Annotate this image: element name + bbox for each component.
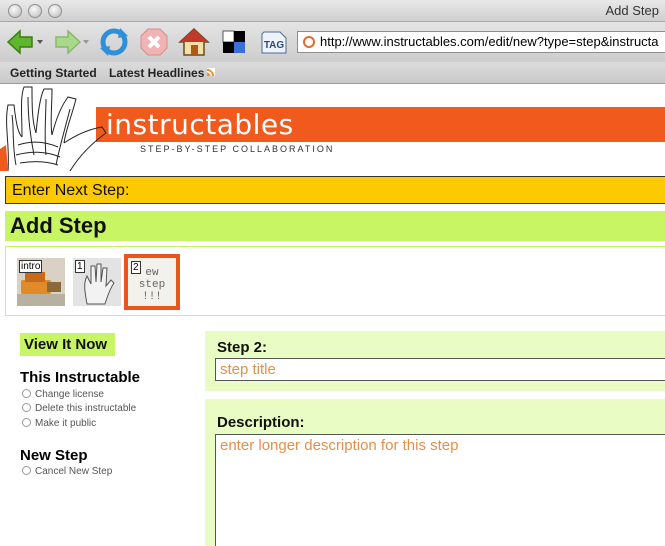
reload-icon: [100, 28, 128, 56]
enter-next-step-bar: Enter Next Step:: [5, 176, 665, 204]
address-bar[interactable]: http://www.instructables.com/edit/new?ty…: [297, 31, 665, 53]
step-number-label: Step 2:: [217, 339, 268, 356]
address-url: http://www.instructables.com/edit/new?ty…: [320, 34, 659, 49]
step-thumb-1[interactable]: 1: [73, 258, 121, 306]
bullet-icon: [22, 466, 31, 475]
stop-button[interactable]: [138, 26, 170, 58]
step-thumb-intro-label: intro: [19, 260, 43, 273]
zoom-window-button[interactable]: [48, 4, 62, 18]
window-titlebar: Add Step: [0, 0, 665, 22]
step-title-input[interactable]: step title: [215, 358, 665, 381]
step-title-panel: Step 2: step title: [205, 331, 665, 391]
minimize-window-button[interactable]: [28, 4, 42, 18]
delicious-button[interactable]: [218, 26, 250, 58]
back-button[interactable]: [4, 26, 43, 58]
reload-button[interactable]: [98, 26, 130, 58]
new-step-heading: New Step: [20, 447, 88, 464]
tag-button[interactable]: TAG: [258, 26, 290, 58]
tag-icon-label: TAG: [264, 40, 285, 51]
bookmark-getting-started[interactable]: Getting Started: [10, 66, 97, 80]
close-window-button[interactable]: [8, 4, 22, 18]
step-thumbnails-strip: intro 1 ew step !!! 2: [5, 246, 665, 316]
cancel-new-step-label: Cancel New Step: [35, 466, 113, 477]
delicious-icon: [222, 30, 245, 53]
home-button[interactable]: [178, 26, 210, 58]
delete-instructable-label: Delete this instructable: [35, 403, 137, 414]
change-license-link[interactable]: Change license: [22, 389, 104, 400]
step-thumb-2-label: 2: [131, 261, 141, 274]
this-instructable-heading: This Instructable: [20, 369, 141, 386]
page-title: Add Step: [5, 211, 665, 241]
favicon-icon: [303, 36, 315, 48]
site-header: instructables STEP-BY-STEP COLLABORATION: [0, 85, 665, 171]
make-public-link[interactable]: Make it public: [22, 418, 96, 429]
view-it-now-button[interactable]: View It Now: [20, 333, 115, 356]
change-license-label: Change license: [35, 389, 104, 400]
description-textarea[interactable]: enter longer description for this step: [215, 434, 665, 546]
back-arrow-icon: [6, 29, 43, 55]
rss-icon: [207, 68, 216, 76]
bullet-icon: [22, 389, 31, 398]
description-label: Description:: [217, 414, 305, 431]
stop-icon: [140, 28, 168, 56]
site-logo-text: instructables: [106, 108, 294, 141]
step-thumb-1-label: 1: [75, 260, 85, 273]
forward-arrow-icon: [55, 29, 89, 55]
make-public-label: Make it public: [35, 418, 97, 429]
home-icon: [178, 27, 210, 56]
bookmark-latest-headlines[interactable]: Latest Headlines: [109, 66, 216, 80]
bookmarks-bar: Getting Started Latest Headlines: [0, 62, 665, 84]
window-title: Add Step: [605, 3, 660, 18]
delete-instructable-link[interactable]: Delete this instructable: [22, 403, 136, 414]
step-thumb-2-current[interactable]: ew step !!! 2: [124, 254, 180, 310]
brand-bar[interactable]: instructables: [96, 107, 665, 142]
bullet-icon: [22, 403, 31, 412]
forward-button[interactable]: [50, 26, 89, 58]
cancel-new-step-link[interactable]: Cancel New Step: [22, 466, 112, 477]
bookmark-latest-headlines-label: Latest Headlines: [109, 66, 205, 80]
step-thumb-intro[interactable]: intro: [17, 258, 65, 306]
hand-logo-icon: [0, 86, 107, 171]
browser-toolbar: TAG http://www.instructables.com/edit/ne…: [0, 22, 665, 62]
tag-icon: TAG: [261, 31, 287, 54]
site-tagline: STEP-BY-STEP COLLABORATION: [140, 144, 335, 154]
description-panel: Description: enter longer description fo…: [205, 399, 665, 546]
bullet-icon: [22, 418, 31, 427]
